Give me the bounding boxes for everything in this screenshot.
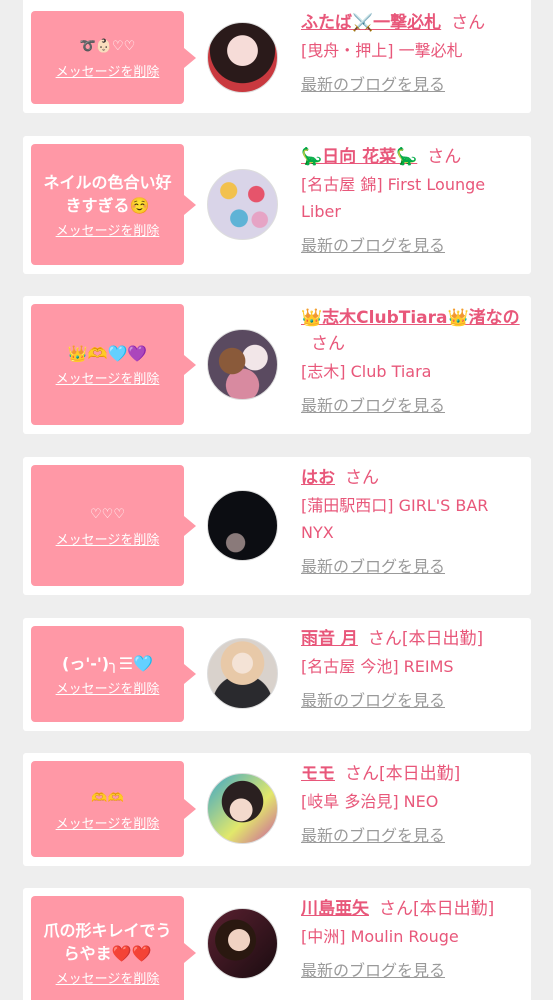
avatar[interactable] — [207, 490, 278, 561]
message-card: ネイルの色合い好きすぎる☺️ メッセージを削除 🦕日向 花菜🦕 さん [名古屋 錦… — [23, 136, 531, 274]
attendance-badge: [本日出勤] — [379, 764, 461, 784]
cast-name-link[interactable]: モモ — [301, 764, 335, 784]
honorific: さん — [345, 468, 379, 488]
message-text: 👑🫶🩵💜 — [67, 344, 148, 363]
latest-blog-link[interactable]: 最新のブログを見る — [301, 957, 445, 981]
message-bubble: ➰👶🏻♡♡ メッセージを削除 — [31, 11, 196, 104]
honorific: さん — [427, 147, 462, 167]
avatar[interactable] — [207, 329, 278, 400]
latest-blog-link[interactable]: 最新のブログを見る — [301, 71, 445, 95]
delete-message-link[interactable]: メッセージを削除 — [56, 529, 160, 548]
shop-name: [岐阜 多治見] NEO — [301, 792, 439, 811]
message-bubble: ネイルの色合い好きすぎる☺️ メッセージを削除 — [31, 144, 196, 265]
message-card: ♡♡♡ メッセージを削除 はお さん [蒲田駅西口] GIRL'S BAR NYX… — [23, 457, 531, 595]
cast-name-link[interactable]: 雨音 月 — [301, 629, 358, 649]
latest-blog-link[interactable]: 最新のブログを見る — [301, 392, 445, 416]
shop-name: [曳舟・押上] 一撃必札 — [301, 41, 463, 60]
message-bubble: ♡♡♡ メッセージを削除 — [31, 465, 196, 586]
avatar[interactable] — [207, 773, 278, 844]
cast-info: モモ さん[本日出勤] [岐阜 多治見] NEO 最新のブログを見る — [301, 761, 523, 846]
cast-name-link[interactable]: 川島亜矢 — [301, 899, 369, 919]
message-text: (っ'-')╮☰🩵 — [62, 653, 153, 673]
message-card: ➰👶🏻♡♡ メッセージを削除 ふたば⚔️一撃必札 さん [曳舟・押上] 一撃必札 … — [23, 0, 531, 113]
delete-message-link[interactable]: メッセージを削除 — [56, 61, 160, 80]
honorific: さん — [311, 334, 345, 354]
delete-message-link[interactable]: メッセージを削除 — [56, 220, 160, 239]
cast-name-link[interactable]: はお — [301, 468, 335, 488]
cast-info: 👑志木ClubTiara👑渚なのさん [志木] Club Tiara 最新のブロ… — [301, 305, 523, 416]
honorific: さん — [367, 629, 402, 649]
message-bubble: 👑🫶🩵💜 メッセージを削除 — [31, 304, 196, 425]
name-line: 川島亜矢 さん[本日出勤] — [301, 896, 523, 922]
message-card: 👑🫶🩵💜 メッセージを削除 👑志木ClubTiara👑渚なのさん [志木] Cl… — [23, 296, 531, 434]
message-card: (っ'-')╮☰🩵 メッセージを削除 雨音 月さん[本日出勤] [名古屋 今池]… — [23, 618, 531, 731]
avatar[interactable] — [207, 169, 278, 240]
honorific: さん — [345, 764, 379, 784]
cast-name-link[interactable]: ふたば⚔️一撃必札 — [301, 13, 441, 33]
message-text: 爪の形キレイでうらやま❤️❤️ — [43, 921, 172, 963]
name-line: 👑志木ClubTiara👑渚なのさん — [301, 305, 523, 357]
latest-blog-link[interactable]: 最新のブログを見る — [301, 822, 445, 846]
honorific: さん — [379, 899, 413, 919]
shop-name: [蒲田駅西口] GIRL'S BAR NYX — [301, 496, 489, 542]
delete-message-link[interactable]: メッセージを削除 — [56, 368, 160, 387]
message-text: ネイルの色合い好きすぎる☺️ — [43, 172, 172, 215]
shop-name: [名古屋 錦] First Lounge Liber — [301, 175, 486, 221]
message-text: ♡♡♡ — [90, 507, 125, 522]
avatar[interactable] — [207, 908, 278, 979]
attendance-badge: [本日出勤] — [401, 629, 484, 649]
avatar[interactable] — [207, 638, 278, 709]
message-bubble: 爪の形キレイでうらやま❤️❤️ メッセージを削除 — [31, 896, 196, 1000]
shop-name: [名古屋 今池] REIMS — [301, 657, 454, 676]
cast-info: 川島亜矢 さん[本日出勤] [中洲] Moulin Rouge 最新のブログを見る — [301, 896, 523, 981]
delete-message-link[interactable]: メッセージを削除 — [56, 968, 160, 987]
latest-blog-link[interactable]: 最新のブログを見る — [301, 232, 445, 256]
name-line: 雨音 月さん[本日出勤] — [301, 626, 523, 652]
honorific: さん — [451, 13, 486, 33]
attendance-badge: [本日出勤] — [413, 899, 495, 919]
cast-info: ふたば⚔️一撃必札 さん [曳舟・押上] 一撃必札 最新のブログを見る — [301, 10, 523, 95]
latest-blog-link[interactable]: 最新のブログを見る — [301, 687, 445, 711]
cast-name-link[interactable]: 👑志木ClubTiara👑渚なの — [301, 308, 520, 328]
shop-name: [志木] Club Tiara — [301, 362, 432, 381]
delete-message-link[interactable]: メッセージを削除 — [56, 813, 160, 832]
delete-message-link[interactable]: メッセージを削除 — [56, 678, 160, 697]
name-line: ふたば⚔️一撃必札 さん — [301, 10, 523, 36]
name-line: はお さん — [301, 465, 523, 491]
cast-name-link[interactable]: 🦕日向 花菜🦕 — [301, 147, 417, 167]
message-text: ➰👶🏻♡♡ — [79, 39, 136, 54]
cast-info: 🦕日向 花菜🦕 さん [名古屋 錦] First Lounge Liber 最新の… — [301, 144, 523, 256]
name-line: 🦕日向 花菜🦕 さん — [301, 144, 523, 170]
shop-name: [中洲] Moulin Rouge — [301, 927, 459, 946]
message-card: 🫶🫶 メッセージを削除 モモ さん[本日出勤] [岐阜 多治見] NEO 最新のブ… — [23, 753, 531, 866]
message-card: 爪の形キレイでうらやま❤️❤️ メッセージを削除 川島亜矢 さん[本日出勤] [中… — [23, 888, 531, 1000]
message-bubble: 🫶🫶 メッセージを削除 — [31, 761, 196, 857]
name-line: モモ さん[本日出勤] — [301, 761, 523, 787]
cast-info: 雨音 月さん[本日出勤] [名古屋 今池] REIMS 最新のブログを見る — [301, 626, 523, 711]
message-bubble: (っ'-')╮☰🩵 メッセージを削除 — [31, 626, 196, 722]
cast-info: はお さん [蒲田駅西口] GIRL'S BAR NYX 最新のブログを見る — [301, 465, 523, 577]
latest-blog-link[interactable]: 最新のブログを見る — [301, 553, 445, 577]
message-text: 🫶🫶 — [91, 790, 124, 806]
avatar[interactable] — [207, 22, 278, 93]
